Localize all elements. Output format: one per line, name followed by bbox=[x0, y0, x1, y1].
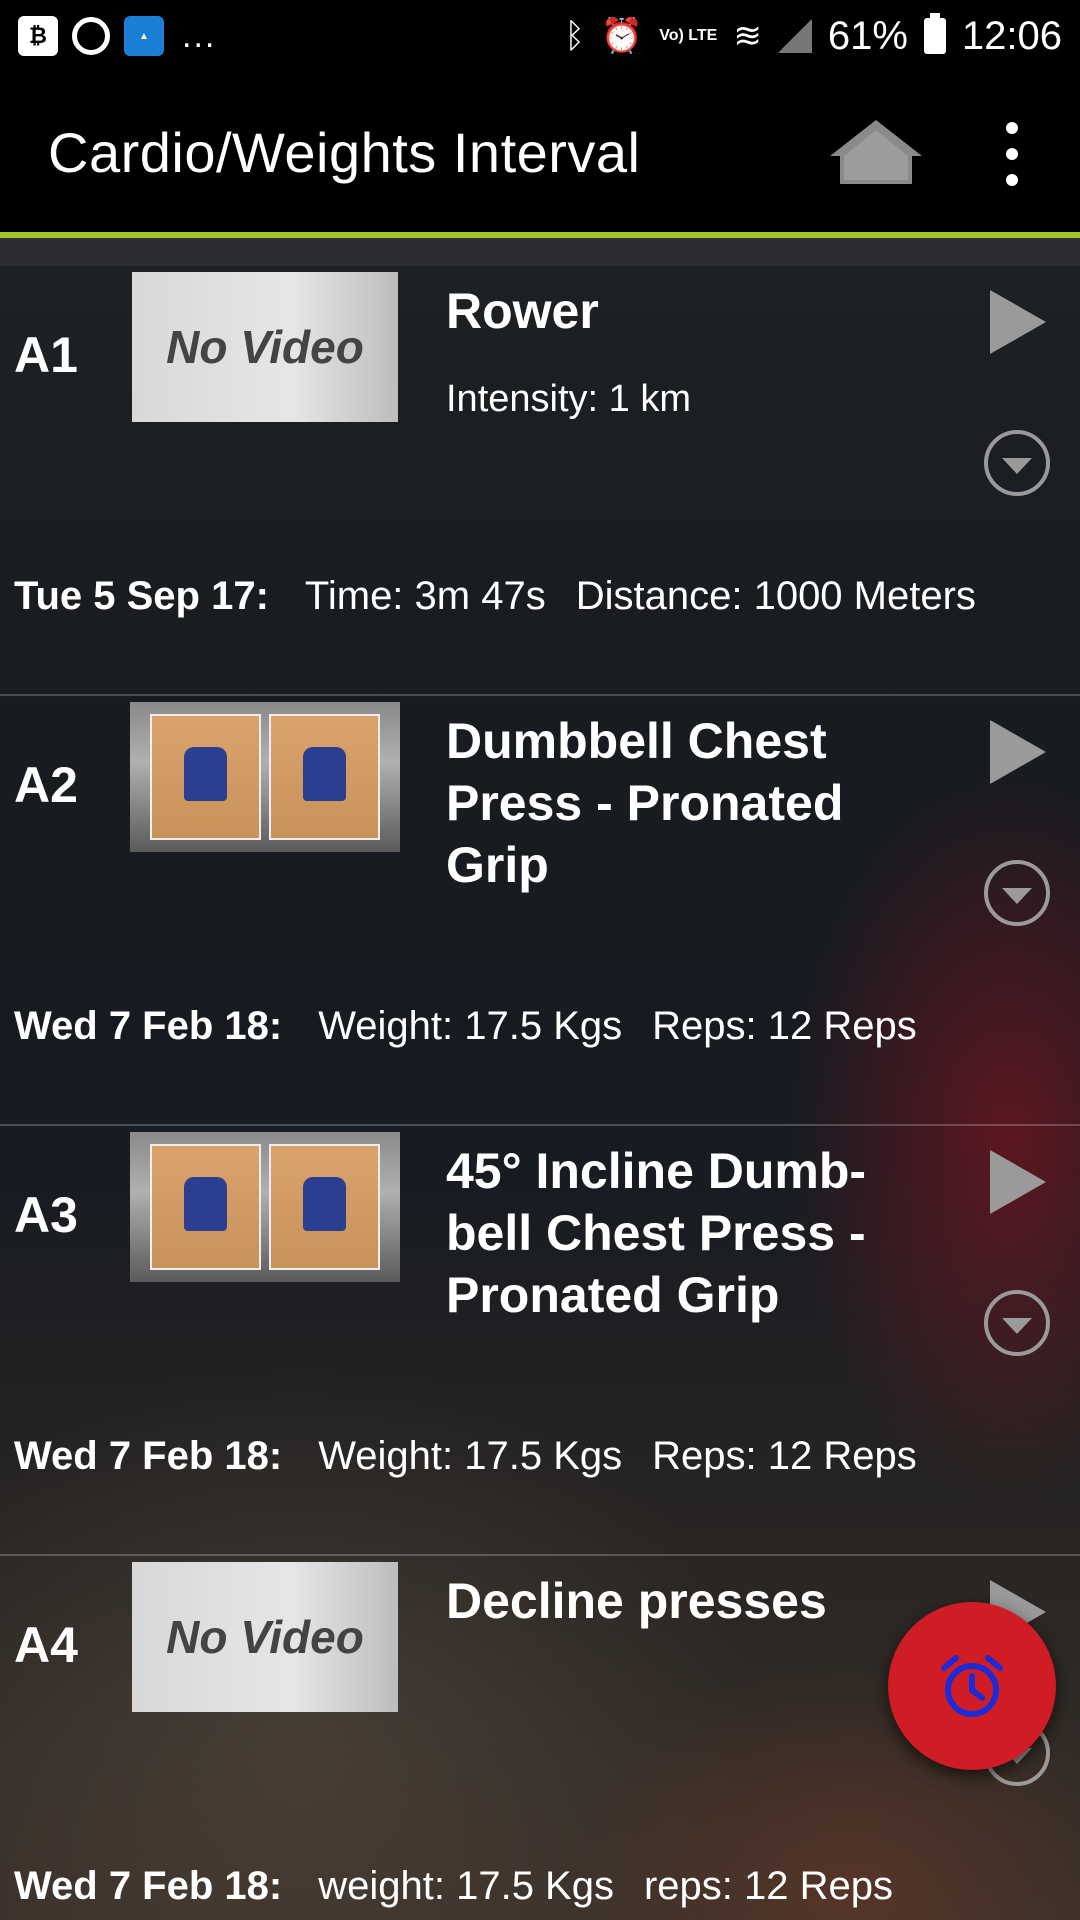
session-value-1: Weight: 17.5 Kgs bbox=[318, 1434, 623, 1478]
last-session: Wed 7 Feb 18: weight: 17.5 Kgs reps: 12 Re… bbox=[14, 1864, 893, 1909]
alarm-status-icon: ⏰ bbox=[600, 17, 644, 55]
expand-circle-icon[interactable] bbox=[984, 860, 1050, 926]
exercise-photo bbox=[269, 714, 380, 840]
more-vertical-icon bbox=[1006, 122, 1018, 134]
app-bar: Cardio/Weights Interval bbox=[0, 72, 1080, 232]
system-indicators: ᛒ ⏰ Vo) LTE ≋ 61% 12:06 bbox=[564, 13, 1062, 59]
session-value-1: Weight: 17.5 Kgs bbox=[318, 1004, 623, 1048]
notification-icons: ₿ ▲ ... bbox=[18, 16, 216, 56]
session-value-1: Time: 3m 47s bbox=[304, 574, 546, 618]
session-value-2: Distance: 1000 Meters bbox=[575, 574, 976, 618]
exercise-index: A1 bbox=[14, 327, 78, 383]
home-icon[interactable] bbox=[828, 116, 924, 188]
more-options-button[interactable] bbox=[990, 122, 1034, 186]
sync-app-icon bbox=[72, 17, 110, 55]
battery-icon bbox=[923, 13, 946, 54]
exercise-index: A3 bbox=[14, 1187, 78, 1243]
exercise-photo bbox=[150, 1144, 261, 1270]
battery-percent: 61% bbox=[827, 13, 908, 58]
exercise-title: Decline presses bbox=[446, 1573, 827, 1629]
more-notifications-indicator: ... bbox=[182, 17, 217, 55]
exercise-index: A4 bbox=[14, 1617, 78, 1673]
last-session: Wed 7 Feb 18: Weight: 17.5 Kgs Reps: 12 Re… bbox=[14, 1434, 917, 1479]
last-session: Wed 7 Feb 18: Weight: 17.5 Kgs Reps: 12 Re… bbox=[14, 1004, 917, 1049]
no-video-label: No Video bbox=[166, 1611, 364, 1663]
no-video-label: No Video bbox=[166, 321, 364, 373]
session-date: Wed 7 Feb 18: bbox=[14, 1004, 283, 1048]
session-date: Wed 7 Feb 18: bbox=[14, 1864, 283, 1908]
video-thumbnail[interactable]: No Video bbox=[132, 1562, 398, 1712]
video-thumbnail[interactable] bbox=[130, 702, 400, 852]
exercise-photo bbox=[150, 714, 261, 840]
expand-circle-icon[interactable] bbox=[984, 1290, 1050, 1356]
expand-circle-icon[interactable] bbox=[984, 430, 1050, 496]
page-title: Cardio/Weights Interval bbox=[48, 120, 641, 184]
session-value-2: reps: 12 Reps bbox=[643, 1864, 894, 1908]
session-value-2: Reps: 12 Reps bbox=[652, 1004, 917, 1048]
session-value-1: weight: 17.5 Kgs bbox=[318, 1864, 614, 1908]
video-thumbnail[interactable]: No Video bbox=[132, 272, 398, 422]
exercise-title: Rower bbox=[446, 283, 599, 339]
list-item[interactable]: A2 Dumbbell Chest Press - Pronated Grip … bbox=[0, 696, 1080, 1126]
volte-indicator: Vo) LTE bbox=[659, 27, 718, 44]
status-bar: ₿ ▲ ... ᛒ ⏰ Vo) LTE ≋ 61% 12:06 bbox=[0, 0, 1080, 72]
alarm-fab-button[interactable] bbox=[888, 1602, 1056, 1770]
session-date: Wed 7 Feb 18: bbox=[14, 1434, 283, 1478]
play-icon[interactable] bbox=[990, 720, 1046, 784]
exercise-title: 45° Incline Dumb-bell Chest Press - Pron… bbox=[446, 1143, 867, 1323]
session-date: Tue 5 Sep 17: bbox=[14, 574, 269, 618]
signal-icon bbox=[777, 19, 812, 53]
bitcoin-app-icon: ₿ bbox=[18, 16, 58, 56]
list-item[interactable]: A1 No Video Rower Intensity: 1 km Tue 5 … bbox=[0, 266, 1080, 696]
bluetooth-icon: ᛒ bbox=[564, 16, 585, 55]
play-icon[interactable] bbox=[990, 1150, 1046, 1214]
video-thumbnail[interactable] bbox=[130, 1132, 400, 1282]
list-item[interactable]: A3 45° Incline Dumb-bell Chest Press - P… bbox=[0, 1126, 1080, 1556]
exercise-intensity: Intensity: 1 km bbox=[446, 378, 691, 420]
exercise-index: A2 bbox=[14, 757, 78, 813]
alarm-clock-icon bbox=[941, 1655, 1003, 1717]
last-session: Tue 5 Sep 17: Time: 3m 47s Distance: 1000 … bbox=[14, 574, 976, 619]
play-icon[interactable] bbox=[990, 290, 1046, 354]
exercise-photo bbox=[269, 1144, 380, 1270]
exercise-title: Dumbbell Chest Press - Pronated Grip bbox=[446, 713, 844, 893]
wifi-icon: ≋ bbox=[733, 17, 762, 55]
chart-app-icon: ▲ bbox=[124, 16, 164, 56]
session-value-2: Reps: 12 Reps bbox=[652, 1434, 917, 1478]
clock: 12:06 bbox=[961, 13, 1062, 58]
